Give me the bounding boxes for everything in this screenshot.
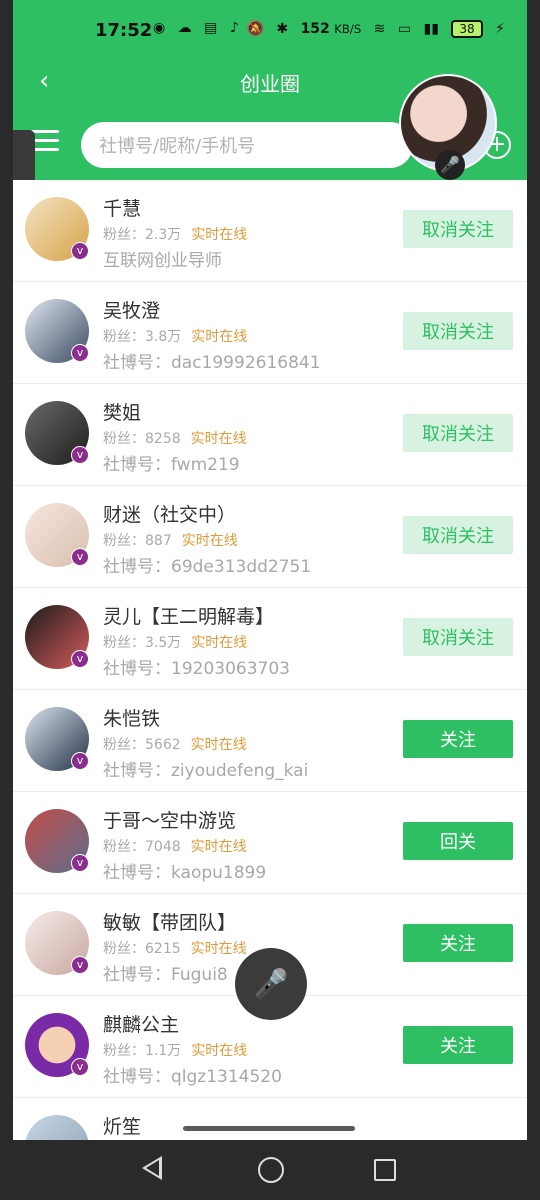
user-subtitle: 社博号：qlgz1314520 — [103, 1067, 282, 1087]
verified-badge-icon: v — [71, 344, 89, 362]
user-subtitle: 互联网创业导师 — [103, 251, 222, 271]
verified-badge-icon: v — [71, 956, 89, 974]
list-item[interactable]: v 财迷（社交中） 粉丝：887 实时在线 社博号：69de313dd2751 取… — [13, 486, 527, 588]
user-name: 炘笙 — [103, 1116, 142, 1138]
app-screen: 17:52 ◉ ☁ ▤ ♪ • 🔕 ✱ 152 KB/S ≋ ▭ ▮▮ 38 ⚡… — [13, 0, 527, 1140]
search-input[interactable] — [97, 131, 401, 161]
cloud-notification-icon: ☁ — [177, 20, 192, 36]
verified-badge-icon: v — [71, 548, 89, 566]
user-meta: 粉丝：5662 实时在线 — [103, 737, 247, 753]
list-item[interactable]: v 吴牧澄 粉丝：3.8万 实时在线 社博号：dac19992616841 取消关… — [13, 282, 527, 384]
list-item[interactable]: v 千慧 粉丝：2.3万 实时在线 互联网创业导师 取消关注 — [13, 180, 527, 282]
verified-badge-icon: v — [71, 650, 89, 668]
floating-mic-icon[interactable]: 🎤 — [435, 150, 465, 180]
verified-badge-icon: v — [71, 752, 89, 770]
follow-button[interactable]: 关注 — [403, 720, 513, 758]
user-meta: 粉丝：3.8万 实时在线 — [103, 329, 248, 345]
battery-indicator: 38 — [451, 20, 483, 38]
verified-badge-icon: v — [71, 1058, 89, 1076]
user-name: 吴牧澄 — [103, 300, 161, 322]
user-meta: 粉丝：7048 实时在线 — [103, 839, 247, 855]
user-subtitle: 社博号：69de313dd2751 — [103, 557, 312, 577]
home-indicator — [183, 1126, 355, 1131]
user-name: 千慧 — [103, 198, 142, 220]
nav-home-icon[interactable] — [258, 1157, 284, 1183]
signal-icon: ▮▮ — [423, 21, 439, 37]
list-item[interactable]: v 朱恺铁 粉丝：5662 实时在线 社博号：ziyoudefeng_kai 关注 — [13, 690, 527, 792]
voice-input-mic-icon[interactable]: 🎤 — [235, 948, 307, 1020]
user-meta: 粉丝：8258 实时在线 — [103, 431, 247, 447]
user-name: 樊姐 — [103, 402, 142, 424]
user-subtitle: 社博号：dac19992616841 — [103, 353, 321, 373]
mute-icon: 🔕 — [246, 21, 264, 37]
verified-badge-icon: v — [71, 854, 89, 872]
list-item[interactable]: v 灵儿【王二明解毒】 粉丝：3.5万 实时在线 社博号：19203063703 … — [13, 588, 527, 690]
user-name: 朱恺铁 — [103, 708, 161, 730]
list-item[interactable]: v 于哥～空中游览 粉丝：7048 实时在线 社博号：kaopu1899 回关 — [13, 792, 527, 894]
user-subtitle: 社博号：ziyoudefeng_kai — [103, 761, 309, 781]
net-speed: 152 KB/S — [300, 21, 362, 37]
user-meta: 粉丝：2.3万 实时在线 — [103, 227, 248, 243]
unfollow-button[interactable]: 取消关注 — [403, 618, 513, 656]
menu-icon[interactable] — [31, 130, 59, 152]
verified-badge-icon: v — [71, 242, 89, 260]
list-item[interactable]: 炘笙 — [13, 1098, 527, 1140]
app-notification-icon: ◉ — [153, 20, 166, 36]
user-name: 财迷（社交中） — [103, 504, 237, 526]
hd-icon: ▭ — [397, 21, 412, 37]
nav-recents-icon[interactable] — [374, 1159, 396, 1181]
unfollow-button[interactable]: 取消关注 — [403, 516, 513, 554]
user-subtitle: 社博号：19203063703 — [103, 659, 290, 679]
user-name: 灵儿【王二明解毒】 — [103, 606, 275, 628]
bluetooth-icon: ✱ — [276, 21, 289, 37]
charging-icon: ⚡ — [495, 21, 505, 37]
user-name: 于哥～空中游览 — [103, 810, 237, 832]
user-name: 敏敏【带团队】 — [103, 912, 237, 934]
user-meta: 粉丝：887 实时在线 — [103, 533, 238, 549]
system-nav-bar — [0, 1140, 540, 1200]
unfollow-button[interactable]: 取消关注 — [403, 210, 513, 248]
user-subtitle: 社博号：fwm219 — [103, 455, 240, 475]
user-subtitle: 社博号：kaopu1899 — [103, 863, 267, 883]
verified-badge-icon: v — [71, 446, 89, 464]
status-time: 17:52 — [95, 20, 153, 41]
unfollow-button[interactable]: 取消关注 — [403, 414, 513, 452]
nav-back-icon[interactable] — [142, 1156, 162, 1180]
user-meta: 粉丝：3.5万 实时在线 — [103, 635, 248, 651]
user-meta: 粉丝：1.1万 实时在线 — [103, 1043, 248, 1059]
message-notification-icon: ▤ — [204, 20, 218, 36]
status-bar: 17:52 ◉ ☁ ▤ ♪ • 🔕 ✱ 152 KB/S ≋ ▭ ▮▮ 38 ⚡ — [13, 0, 527, 64]
follow-back-button[interactable]: 回关 — [403, 822, 513, 860]
follow-button[interactable]: 关注 — [403, 1026, 513, 1064]
follow-button[interactable]: 关注 — [403, 924, 513, 962]
user-subtitle: 社博号：Fugui8 — [103, 965, 228, 985]
tiktok-notification-icon: ♪ — [229, 20, 239, 36]
system-icons: 🔕 ✱ 152 KB/S ≋ ▭ ▮▮ 38 ⚡ — [238, 20, 505, 38]
unfollow-button[interactable]: 取消关注 — [403, 312, 513, 350]
search-box[interactable] — [81, 122, 413, 168]
user-meta: 粉丝：6215 实时在线 — [103, 941, 247, 957]
wifi-icon: ≋ — [373, 21, 386, 37]
avatar[interactable] — [25, 1115, 89, 1140]
list-item[interactable]: v 樊姐 粉丝：8258 实时在线 社博号：fwm219 取消关注 — [13, 384, 527, 486]
user-name: 麒麟公主 — [103, 1014, 180, 1036]
